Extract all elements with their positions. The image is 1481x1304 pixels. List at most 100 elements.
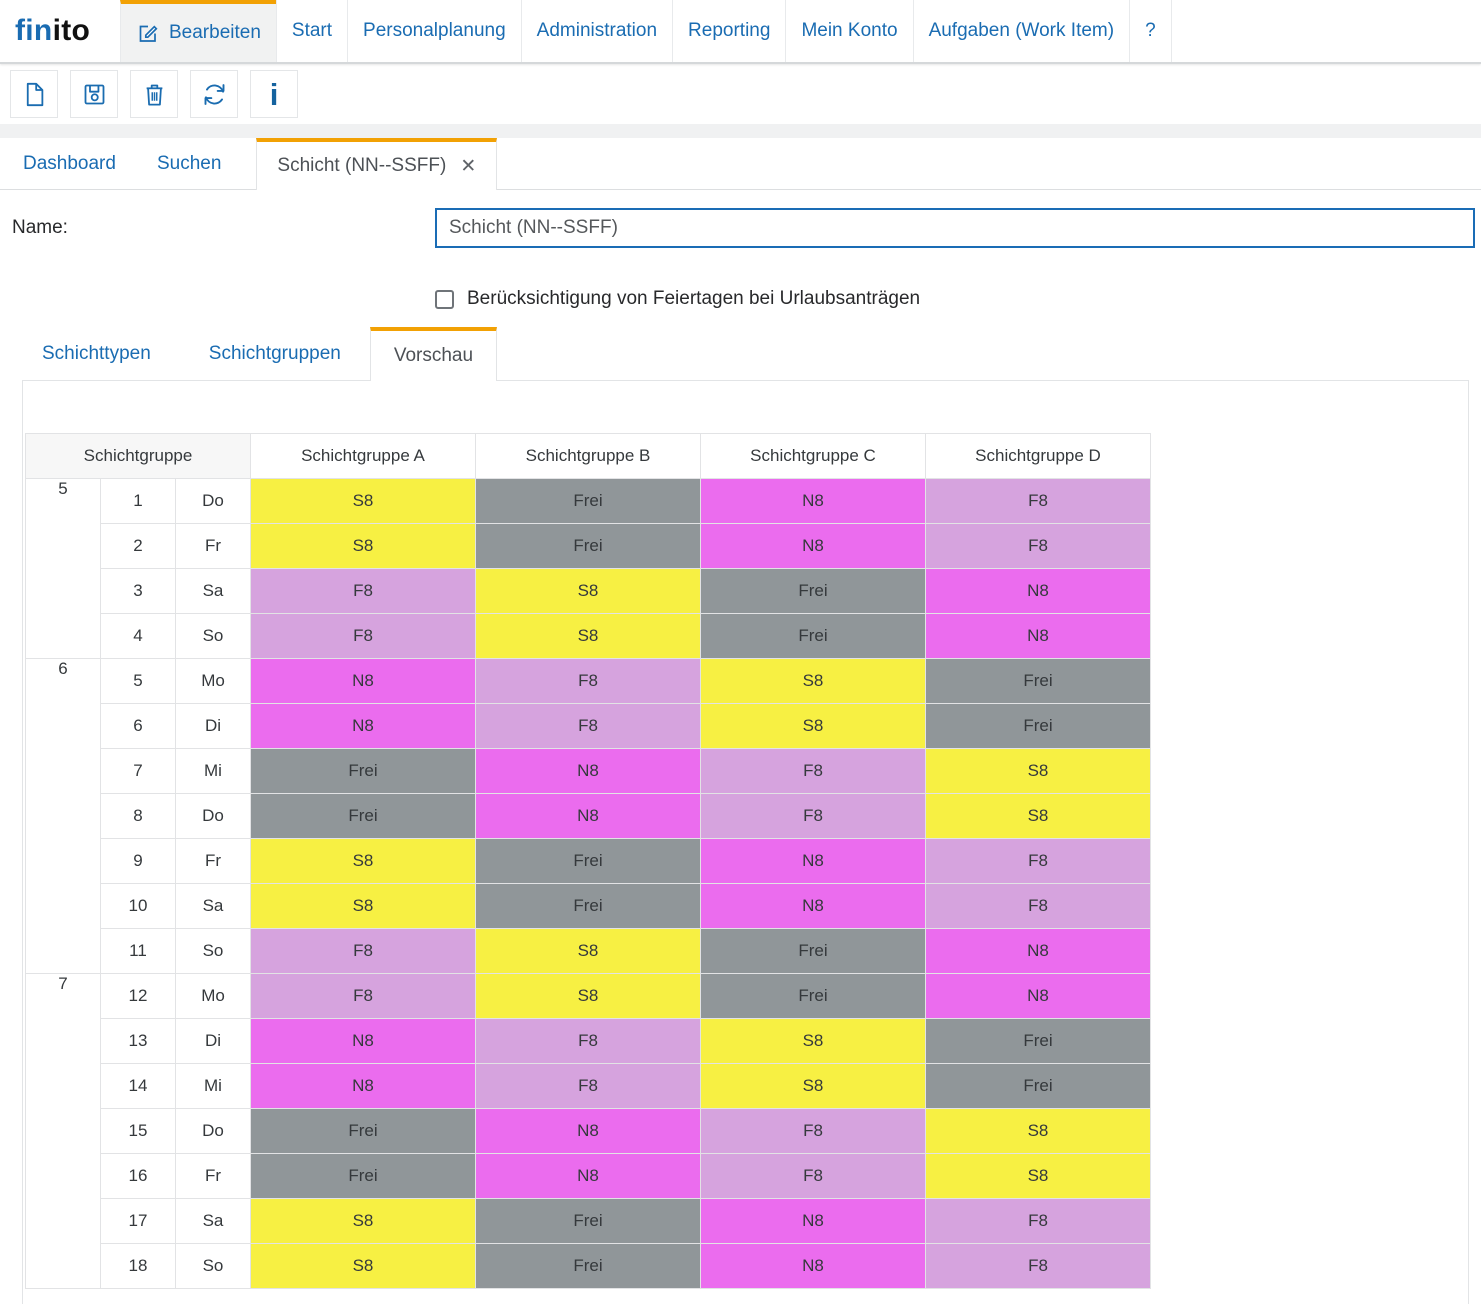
day-number-cell: 15 xyxy=(101,1109,176,1154)
day-name-cell: Do xyxy=(176,479,251,524)
shift-cell: S8 xyxy=(476,974,701,1019)
day-number-cell: 17 xyxy=(101,1199,176,1244)
column-header-gruppe-c: Schichtgruppe C xyxy=(701,434,926,479)
shift-cell: N8 xyxy=(926,569,1151,614)
day-name-cell: Mi xyxy=(176,749,251,794)
nav-item-administration[interactable]: Administration xyxy=(521,0,672,62)
delete-button[interactable] xyxy=(130,70,178,118)
subtab-schichttypen[interactable]: Schichttypen xyxy=(22,327,171,380)
shift-cell: N8 xyxy=(251,1064,476,1109)
shift-cell: N8 xyxy=(926,614,1151,659)
shift-cell: N8 xyxy=(701,479,926,524)
subtab-label: Schichtgruppen xyxy=(209,343,341,365)
shift-cell: N8 xyxy=(701,839,926,884)
shift-cell: Frei xyxy=(476,839,701,884)
shift-cell: S8 xyxy=(926,1154,1151,1199)
shift-cell: F8 xyxy=(251,929,476,974)
table-row: 17SaS8FreiN8F8 xyxy=(26,1199,1151,1244)
day-name-cell: Fr xyxy=(176,524,251,569)
holiday-checkbox-row: Berücksichtigung von Feiertagen bei Urla… xyxy=(435,288,1475,310)
nav-item-bearbeiten[interactable]: Bearbeiten xyxy=(120,0,276,62)
shift-cell: S8 xyxy=(926,749,1151,794)
save-button[interactable] xyxy=(70,70,118,118)
name-input[interactable] xyxy=(435,208,1475,248)
day-name-cell: Sa xyxy=(176,884,251,929)
app-logo: finito xyxy=(0,0,120,62)
nav-item-mein-konto[interactable]: Mein Konto xyxy=(785,0,912,62)
info-button[interactable]: i xyxy=(250,70,298,118)
shift-cell: N8 xyxy=(701,1244,926,1289)
nav-item-label: Mein Konto xyxy=(801,20,897,42)
table-row: 51DoS8FreiN8F8 xyxy=(26,479,1151,524)
nav-item-personalplanung[interactable]: Personalplanung xyxy=(347,0,521,62)
tab-suchen[interactable]: Suchen xyxy=(139,138,239,189)
shift-cell: S8 xyxy=(926,794,1151,839)
content-area: Name: Berücksichtigung von Feiertagen be… xyxy=(0,190,1481,1304)
table-row: 10SaS8FreiN8F8 xyxy=(26,884,1151,929)
nav-item-reporting[interactable]: Reporting xyxy=(672,0,785,62)
day-name-cell: Do xyxy=(176,1109,251,1154)
new-document-button[interactable] xyxy=(10,70,58,118)
refresh-button[interactable] xyxy=(190,70,238,118)
save-icon xyxy=(81,81,108,108)
nav-item-start[interactable]: Start xyxy=(276,0,347,62)
column-header-schichtgruppe: Schichtgruppe xyxy=(26,434,251,479)
shift-cell: S8 xyxy=(251,479,476,524)
shift-cell: Frei xyxy=(701,974,926,1019)
tab-label: Dashboard xyxy=(23,153,116,175)
detail-subtabs: Schichttypen Schichtgruppen Vorschau xyxy=(12,327,1475,380)
delete-icon xyxy=(141,81,168,108)
shift-cell: F8 xyxy=(251,614,476,659)
column-header-gruppe-a: Schichtgruppe A xyxy=(251,434,476,479)
day-name-cell: Mo xyxy=(176,659,251,704)
edit-pencil-icon xyxy=(136,21,160,45)
shift-cell: S8 xyxy=(701,659,926,704)
logo-text-secondary: ito xyxy=(53,14,91,48)
day-number-cell: 8 xyxy=(101,794,176,839)
shift-cell: S8 xyxy=(476,929,701,974)
day-number-cell: 7 xyxy=(101,749,176,794)
shift-cell: S8 xyxy=(701,704,926,749)
nav-item-aufgaben[interactable]: Aufgaben (Work Item) xyxy=(913,0,1130,62)
tab-dashboard[interactable]: Dashboard xyxy=(0,138,139,189)
table-row: 712MoF8S8FreiN8 xyxy=(26,974,1151,1019)
day-number-cell: 12 xyxy=(101,974,176,1019)
table-row: 13DiN8F8S8Frei xyxy=(26,1019,1151,1064)
table-row: 14MiN8F8S8Frei xyxy=(26,1064,1151,1109)
shift-cell: Frei xyxy=(926,659,1151,704)
vorschau-panel: Schichtgruppe Schichtgruppe A Schichtgru… xyxy=(22,380,1469,1304)
day-name-cell: Di xyxy=(176,1019,251,1064)
shift-cell: F8 xyxy=(476,1064,701,1109)
shift-cell: N8 xyxy=(701,884,926,929)
shift-cell: F8 xyxy=(701,1109,926,1154)
subtab-vorschau[interactable]: Vorschau xyxy=(370,327,497,381)
refresh-icon xyxy=(201,81,228,108)
day-number-cell: 9 xyxy=(101,839,176,884)
day-number-cell: 10 xyxy=(101,884,176,929)
close-icon[interactable]: ✕ xyxy=(460,157,476,176)
shift-cell: N8 xyxy=(251,704,476,749)
table-row: 18SoS8FreiN8F8 xyxy=(26,1244,1151,1289)
shift-cell: F8 xyxy=(251,569,476,614)
shift-cell: S8 xyxy=(476,614,701,659)
logo-text-primary: fin xyxy=(15,14,53,48)
nav-item-label: Reporting xyxy=(688,20,770,42)
shift-cell: F8 xyxy=(926,1199,1151,1244)
holiday-checkbox[interactable] xyxy=(435,290,454,309)
day-name-cell: So xyxy=(176,1244,251,1289)
day-number-cell: 18 xyxy=(101,1244,176,1289)
shift-cell: Frei xyxy=(251,794,476,839)
top-nav: finito Bearbeiten Start Personalplanung … xyxy=(0,0,1481,64)
shift-cell: S8 xyxy=(251,1199,476,1244)
day-name-cell: Do xyxy=(176,794,251,839)
table-row: 9FrS8FreiN8F8 xyxy=(26,839,1151,884)
shift-cell: S8 xyxy=(251,524,476,569)
nav-item-label: Start xyxy=(292,20,332,42)
subtab-schichtgruppen[interactable]: Schichtgruppen xyxy=(189,327,361,380)
nav-item-help[interactable]: ? xyxy=(1129,0,1172,62)
table-row: 15DoFreiN8F8S8 xyxy=(26,1109,1151,1154)
day-number-cell: 11 xyxy=(101,929,176,974)
tab-schicht-nn-ssff[interactable]: Schicht (NN--SSFF) ✕ xyxy=(256,138,497,190)
shift-cell: Frei xyxy=(701,929,926,974)
shift-cell: S8 xyxy=(701,1064,926,1109)
